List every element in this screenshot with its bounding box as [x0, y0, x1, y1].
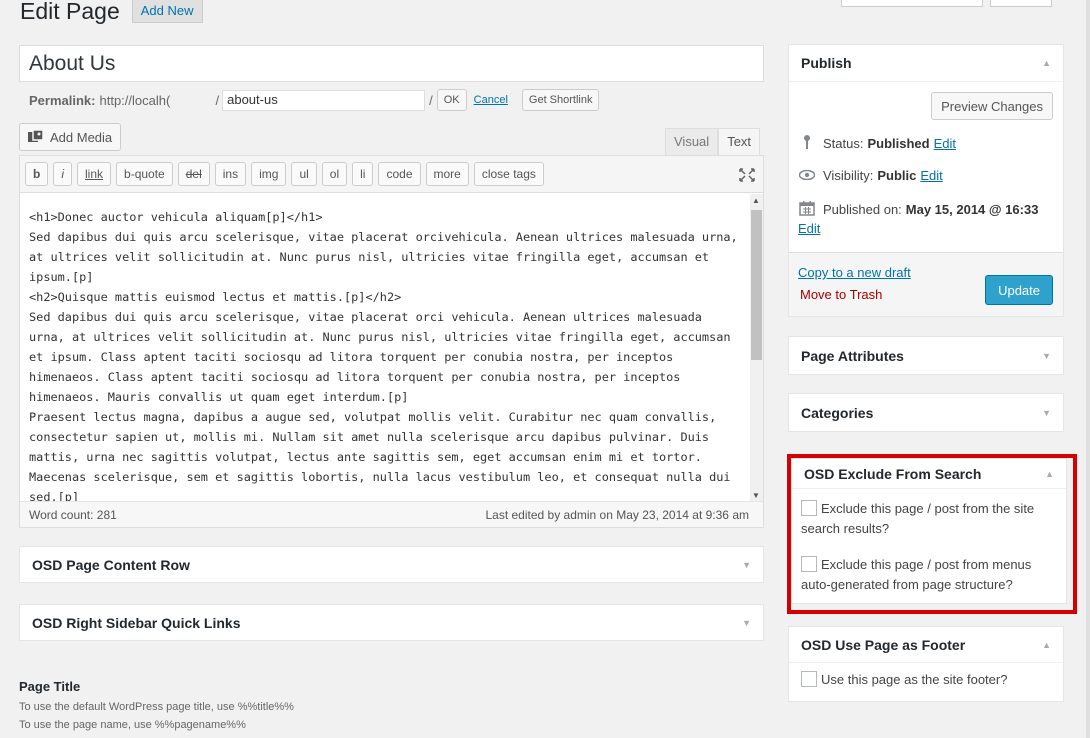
metabox-title: OSD Page Content Row [32, 556, 190, 573]
preview-changes-button[interactable]: Preview Changes [931, 92, 1053, 120]
metabox-right-sidebar-links[interactable]: OSD Right Sidebar Quick Links ▼ [19, 604, 764, 641]
fullscreen-icon[interactable] [739, 168, 755, 182]
metabox-title: Page Attributes [801, 347, 904, 364]
published-on-label: Published on: [823, 202, 902, 217]
qt-code-button[interactable]: code [378, 162, 421, 186]
page-title: Edit Page [20, 0, 120, 24]
qt-bold-button[interactable]: b [25, 162, 49, 186]
metabox-use-page-as-footer: OSD Use Page as Footer ▲ Use this page a… [788, 626, 1064, 702]
move-to-trash-link[interactable]: Move to Trash [800, 287, 882, 302]
editor-tabs: Visual Text [665, 128, 761, 156]
qt-more-button[interactable]: more [425, 162, 469, 186]
help-text-title: To use the default WordPress page title,… [19, 701, 294, 713]
help-tab[interactable] [990, 0, 1052, 7]
permalink-base: http://localh( [99, 92, 171, 108]
toggle-arrow-icon[interactable]: ▼ [742, 560, 751, 570]
qt-close-tags-button[interactable]: close tags [473, 162, 544, 186]
eye-icon [798, 167, 816, 183]
metabox-header[interactable]: OSD Right Sidebar Quick Links ▼ [20, 605, 763, 640]
add-new-button[interactable]: Add New [131, 0, 203, 23]
add-media-button[interactable]: Add Media [19, 123, 122, 151]
permalink-cancel-link[interactable]: Cancel [474, 94, 508, 106]
publish-box: Publish ▲ Preview Changes Status: Publis… [788, 44, 1064, 317]
metabox-header[interactable]: Categories ▼ [789, 394, 1063, 431]
qt-italic-button[interactable]: i [53, 162, 73, 186]
editor-status-bar: Word count: 281 Last edited by admin on … [20, 501, 763, 527]
permalink-slash: / [215, 92, 220, 108]
qt-img-button[interactable]: img [251, 162, 287, 186]
screen-options-tab[interactable] [841, 0, 983, 7]
metabox-page-attributes[interactable]: Page Attributes ▼ [788, 336, 1064, 375]
help-text-pagename: To use the page name, use %%pagename%% [19, 719, 246, 731]
update-button[interactable]: Update [985, 275, 1053, 305]
tab-text[interactable]: Text [718, 128, 761, 156]
footer-checkbox[interactable] [801, 671, 817, 687]
metabox-page-content-row[interactable]: OSD Page Content Row ▼ [19, 546, 764, 583]
pin-icon [799, 134, 815, 153]
qt-del-button[interactable]: del [177, 162, 210, 186]
add-media-label: Add Media [50, 129, 113, 145]
quicktags-toolbar: b i link b-quote del ins img ul ol li co… [20, 156, 763, 193]
qt-li-button[interactable]: li [352, 162, 374, 186]
toggle-arrow-icon[interactable]: ▼ [742, 618, 751, 628]
slug-input[interactable]: about-us [222, 89, 426, 111]
metabox-title: OSD Right Sidebar Quick Links [32, 614, 241, 631]
status-label: Status: [823, 136, 864, 151]
content-textarea[interactable]: <h1>Donec auctor vehicula aliquam[p]</h1… [20, 194, 751, 502]
qt-blockquote-button[interactable]: b-quote [116, 162, 173, 186]
status-value: Published [867, 136, 930, 151]
toggle-arrow-icon[interactable]: ▼ [1042, 351, 1051, 361]
copy-to-draft-link[interactable]: Copy to a new draft [798, 265, 911, 280]
permalink-label: Permalink: [29, 92, 96, 108]
publish-actions: Copy to a new draft Move to Trash Update [789, 252, 1063, 316]
toggle-arrow-icon[interactable]: ▼ [1042, 408, 1051, 418]
footer-label: Use this page as the site footer? [821, 672, 1008, 687]
visibility-label: Visibility: [823, 167, 874, 183]
footer-option[interactable]: Use this page as the site footer? [801, 671, 1007, 687]
qt-link-button[interactable]: link [77, 162, 112, 186]
qt-ol-button[interactable]: ol [321, 162, 348, 186]
calendar-icon [799, 200, 815, 219]
scroll-up-arrow[interactable]: ▲ [752, 196, 760, 205]
media-icon [28, 129, 44, 144]
text-editor: b i link b-quote del ins img ul ol li co… [19, 155, 764, 528]
permalink-ok-button[interactable]: OK [436, 89, 467, 111]
visibility-edit-link[interactable]: Edit [920, 168, 942, 183]
last-edited: Last edited by admin on May 23, 2014 at … [485, 507, 749, 522]
permalink-row: Permalink: http://localh( / about-us / O… [29, 89, 600, 111]
window-scrollbar[interactable] [1086, 0, 1090, 738]
highlight-annotation-box [787, 454, 1077, 614]
scroll-down-arrow[interactable]: ▼ [752, 491, 760, 500]
status-row: Status: Published Edit [799, 134, 956, 153]
scroll-thumb[interactable] [751, 210, 762, 360]
metabox-title: OSD Use Page as Footer [801, 636, 966, 653]
word-count: Word count: 281 [29, 507, 117, 522]
page-title-heading: Page Title [19, 679, 81, 694]
published-on-value: May 15, 2014 @ 16:33 [905, 202, 1039, 217]
published-on-row: Published on: May 15, 2014 @ 16:33 [799, 200, 1038, 219]
published-on-edit-link[interactable]: Edit [798, 221, 820, 236]
qt-ins-button[interactable]: ins [214, 162, 247, 186]
toggle-arrow-icon[interactable]: ▲ [1042, 58, 1051, 68]
content-scrollbar[interactable]: ▲ ▼ [750, 194, 763, 502]
metabox-header[interactable]: OSD Page Content Row ▼ [20, 547, 763, 582]
publish-header[interactable]: Publish ▲ [789, 45, 1063, 82]
publish-title: Publish [801, 55, 852, 71]
page-header: Edit Page Add New [20, 0, 203, 30]
get-shortlink-button[interactable]: Get Shortlink [521, 89, 600, 111]
toggle-arrow-icon[interactable]: ▲ [1042, 640, 1051, 650]
metabox-header[interactable]: Page Attributes ▼ [789, 337, 1063, 374]
metabox-title: Categories [801, 404, 874, 421]
metabox-categories[interactable]: Categories ▼ [788, 393, 1064, 432]
post-title-input[interactable]: About Us [19, 45, 764, 82]
metabox-header[interactable]: OSD Use Page as Footer ▲ [789, 627, 1063, 663]
visibility-value: Public [877, 167, 917, 183]
permalink-slash-2: / [429, 92, 433, 108]
visibility-row: Visibility: Public Edit [798, 167, 943, 183]
qt-ul-button[interactable]: ul [291, 162, 317, 186]
tab-visual[interactable]: Visual [665, 128, 719, 156]
status-edit-link[interactable]: Edit [934, 136, 956, 151]
